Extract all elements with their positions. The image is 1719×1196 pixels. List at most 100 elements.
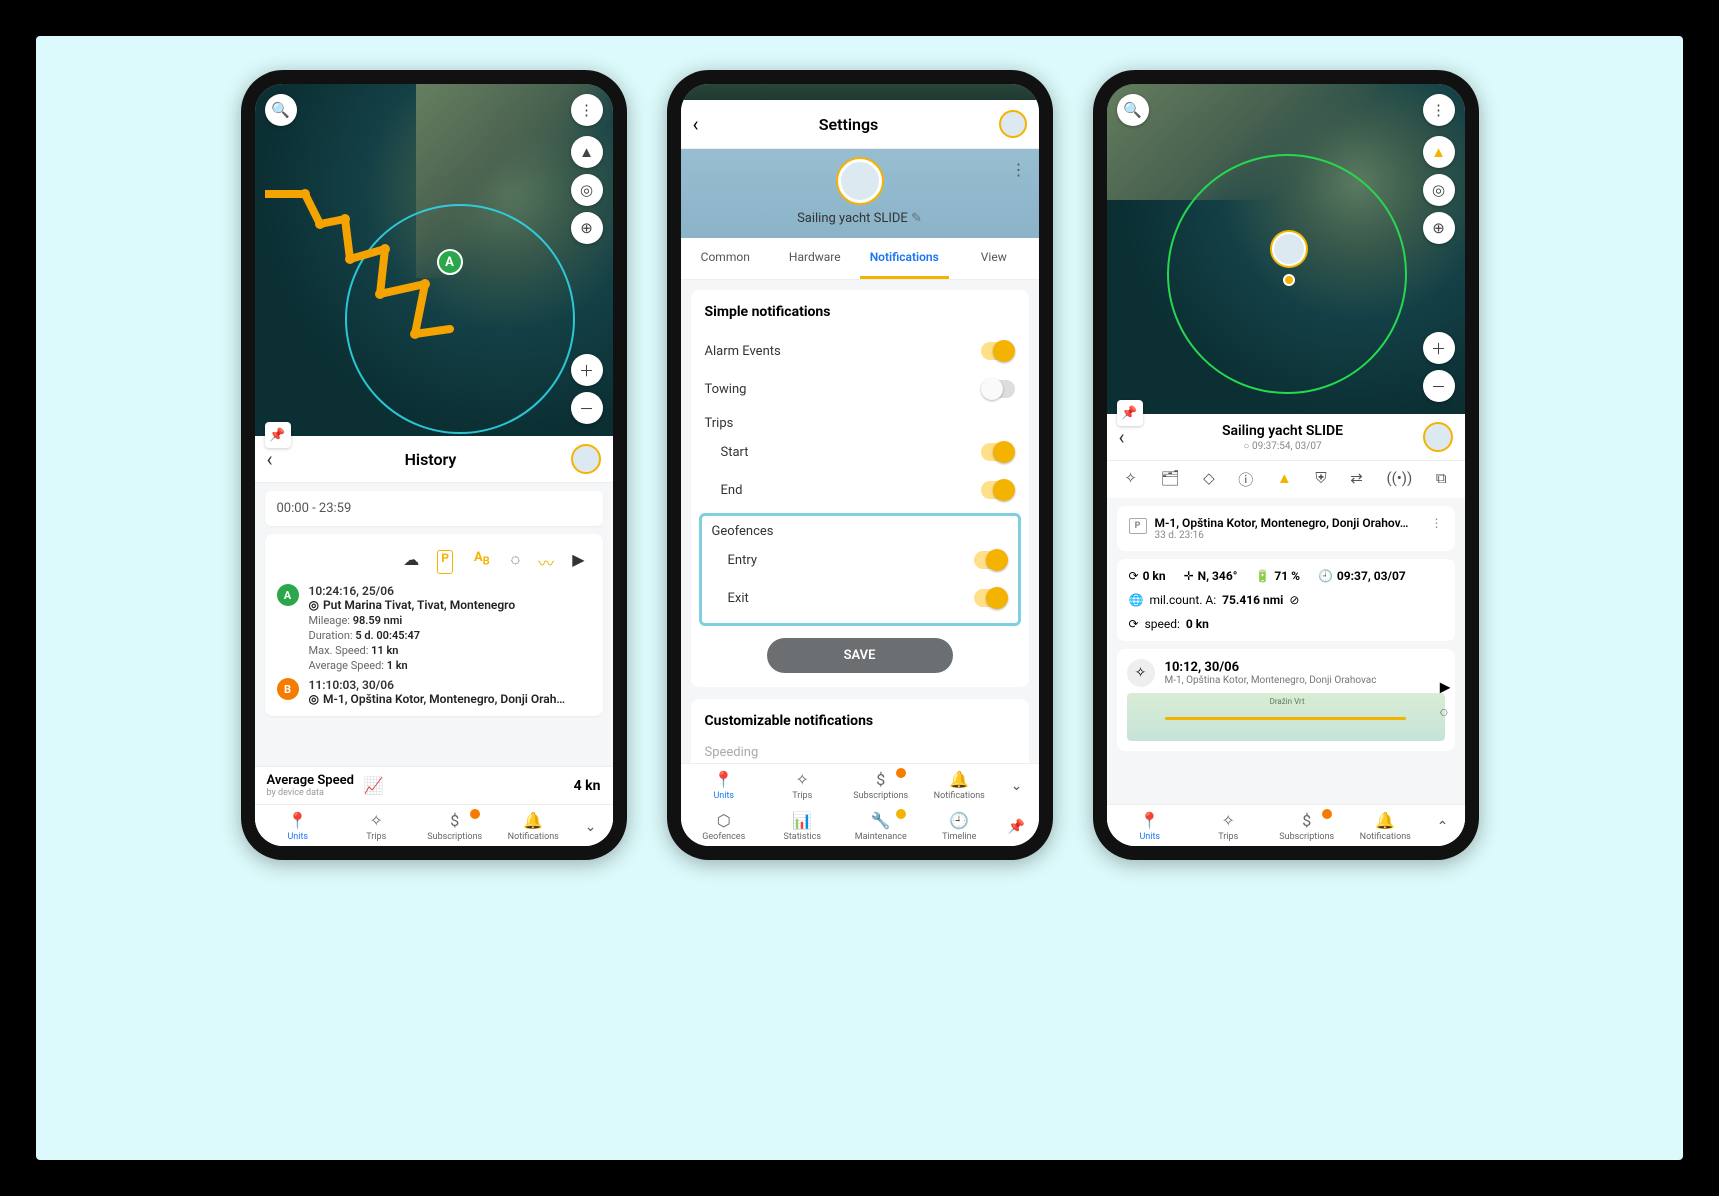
nav-trips[interactable]: ✧Trips: [337, 811, 416, 842]
locate-icon[interactable]: ⊕: [571, 212, 603, 244]
unit-marker[interactable]: [1272, 232, 1306, 266]
transfer-icon[interactable]: ⇄: [1350, 469, 1363, 490]
marker-a[interactable]: A: [437, 249, 463, 275]
more-icon[interactable]: ⋮: [571, 94, 603, 126]
unit-avatar-large[interactable]: [838, 159, 882, 203]
geofence-icon[interactable]: ◇: [1203, 469, 1215, 490]
toggle-geo-exit[interactable]: [974, 589, 1008, 607]
card-icon[interactable]: 🗂: [1160, 469, 1179, 490]
target-icon[interactable]: ◌: [511, 550, 521, 574]
badge-b: B: [277, 678, 299, 700]
nav-units[interactable]: 📍Units: [259, 811, 338, 842]
track-path: [265, 164, 515, 374]
geofence-highlight: Geofences Entry Exit: [699, 513, 1021, 626]
map-view[interactable]: 🔍 ⋮ ▲ ◎ ⊕ ＋ －: [1107, 84, 1465, 414]
pin-icon[interactable]: 📌: [1117, 400, 1143, 426]
zoom-in-icon[interactable]: ＋: [1423, 332, 1455, 364]
nav-collapse-icon[interactable]: ⌄: [999, 770, 1035, 801]
tab-view[interactable]: View: [949, 238, 1039, 279]
nav-timeline[interactable]: 🕘Timeline: [920, 811, 999, 842]
toggle-geo-entry[interactable]: [974, 551, 1008, 569]
unit-avatar[interactable]: [999, 110, 1027, 138]
nav-trips[interactable]: ✧Trips: [1189, 811, 1268, 842]
point-a-location: ◎Put Marina Tivat, Tivat, Montenegro: [309, 598, 591, 612]
signal-icon[interactable]: ((•)): [1386, 469, 1412, 490]
card-more-icon[interactable]: ⋮: [1431, 516, 1443, 530]
event-card[interactable]: ✧ 10:12, 30/06 M-1, Opština Kotor, Monte…: [1117, 649, 1455, 751]
nav-subscriptions[interactable]: $Subscriptions: [842, 770, 921, 801]
unit-pin-icon: [1283, 274, 1295, 286]
search-icon[interactable]: 🔍: [1117, 94, 1149, 126]
nav-units[interactable]: 📍Units: [1111, 811, 1190, 842]
nav-expand-icon[interactable]: ⌄: [573, 811, 609, 842]
back-button[interactable]: ‹: [267, 447, 291, 471]
phone-unit: 🔍 ⋮ ▲ ◎ ⊕ ＋ － 📌 ‹ Sailing yacht SLIDE ○ …: [1093, 70, 1479, 860]
parking-icon[interactable]: P: [437, 550, 453, 574]
nav-subscriptions[interactable]: $Subscriptions: [416, 811, 495, 842]
row-towing: Towing: [705, 382, 747, 397]
edit-icon[interactable]: ✎: [911, 211, 922, 226]
row-geo-exit: Exit: [728, 591, 749, 606]
metric-speed: ⟳0 kn: [1129, 569, 1166, 583]
cloud-icon[interactable]: ☁: [403, 550, 419, 574]
unit-avatar[interactable]: [1423, 422, 1453, 452]
nav-subscriptions[interactable]: $Subscriptions: [1268, 811, 1347, 842]
simple-heading: Simple notifications: [705, 304, 1015, 320]
metric-battery: 🔋71 %: [1255, 569, 1300, 583]
parking-icon: P: [1129, 518, 1147, 534]
pin-icon[interactable]: 📌: [265, 422, 291, 448]
center-icon[interactable]: ◎: [571, 174, 603, 206]
ab-icon[interactable]: AB: [471, 550, 493, 574]
nav-statistics[interactable]: 📊Statistics: [763, 811, 842, 842]
toggle-towing[interactable]: [981, 380, 1015, 398]
toggle-alarm[interactable]: [981, 342, 1015, 360]
event-time: 10:12, 30/06: [1165, 660, 1377, 675]
map-view[interactable]: A 🔍 ⋮ ▲ ◎ ⊕ ＋ －: [255, 84, 613, 436]
nav-trips[interactable]: ✧Trips: [763, 770, 842, 801]
back-button[interactable]: ‹: [693, 112, 699, 136]
nav-notifications[interactable]: 🔔Notifications: [920, 770, 999, 801]
event-play-icon[interactable]: ▶: [1440, 680, 1451, 696]
nav-geofences[interactable]: ⬡Geofences: [685, 811, 764, 842]
compass-icon[interactable]: ▲: [1423, 136, 1455, 168]
more-icon[interactable]: ⋮: [1011, 160, 1027, 179]
search-icon[interactable]: 🔍: [265, 94, 297, 126]
time-range-input[interactable]: 00:00 - 23:59: [265, 491, 603, 526]
nav-units[interactable]: 📍Units: [685, 770, 764, 801]
save-button[interactable]: SAVE: [767, 638, 953, 673]
compass-icon[interactable]: ▲: [571, 136, 603, 168]
metrics-card: ⟳0 kn ✛N, 346° 🔋71 % 🕘09:37, 03/07 🌐mil.…: [1117, 559, 1455, 641]
back-button[interactable]: ‹: [1119, 425, 1143, 449]
nav-maintenance[interactable]: 🔧Maintenance: [842, 811, 921, 842]
nav-pin-icon[interactable]: 📌: [999, 811, 1035, 842]
nav-expand-icon[interactable]: ⌃: [1425, 811, 1461, 842]
panel-header: 📌 ‹ Sailing yacht SLIDE ○ 09:37:54, 03/0…: [1107, 414, 1465, 461]
zoom-in-icon[interactable]: ＋: [571, 354, 603, 386]
nav-notifications[interactable]: 🔔Notifications: [494, 811, 573, 842]
nav-notifications[interactable]: 🔔Notifications: [1346, 811, 1425, 842]
chart-icon[interactable]: 〰: [538, 550, 554, 574]
toggle-trip-end[interactable]: [981, 481, 1015, 499]
tab-common[interactable]: Common: [681, 238, 771, 279]
info-icon[interactable]: ⓘ: [1238, 469, 1253, 490]
nav-arrow-icon[interactable]: ▲: [1277, 469, 1292, 490]
trips-icon[interactable]: ✧: [1124, 469, 1137, 490]
shield-icon[interactable]: ⛨: [1315, 469, 1326, 490]
tab-notifications[interactable]: Notifications: [860, 238, 950, 279]
event-target-icon[interactable]: ◌: [1440, 704, 1451, 721]
device-icon[interactable]: ⧉: [1436, 469, 1447, 490]
point-b-location: ◎M-1, Opština Kotor, Montenegro, Donji O…: [309, 692, 591, 706]
event-location: M-1, Opština Kotor, Montenegro, Donji Or…: [1165, 675, 1377, 686]
unit-avatar[interactable]: [571, 444, 601, 474]
tab-hardware[interactable]: Hardware: [770, 238, 860, 279]
locate-icon[interactable]: ⊕: [1423, 212, 1455, 244]
center-icon[interactable]: ◎: [1423, 174, 1455, 206]
location-address: M-1, Opština Kotor, Montenegro, Donji Or…: [1155, 516, 1423, 530]
location-card[interactable]: P M-1, Opština Kotor, Montenegro, Donji …: [1117, 506, 1455, 551]
zoom-out-icon[interactable]: －: [1423, 370, 1455, 402]
more-icon[interactable]: ⋮: [1423, 94, 1455, 126]
zoom-out-icon[interactable]: －: [571, 392, 603, 424]
toggle-trip-start[interactable]: [981, 443, 1015, 461]
detail-toolbar: ✧ 🗂 ◇ ⓘ ▲ ⛨ ⇄ ((•)) ⧉: [1107, 461, 1465, 498]
play-icon[interactable]: ▶: [572, 550, 584, 574]
